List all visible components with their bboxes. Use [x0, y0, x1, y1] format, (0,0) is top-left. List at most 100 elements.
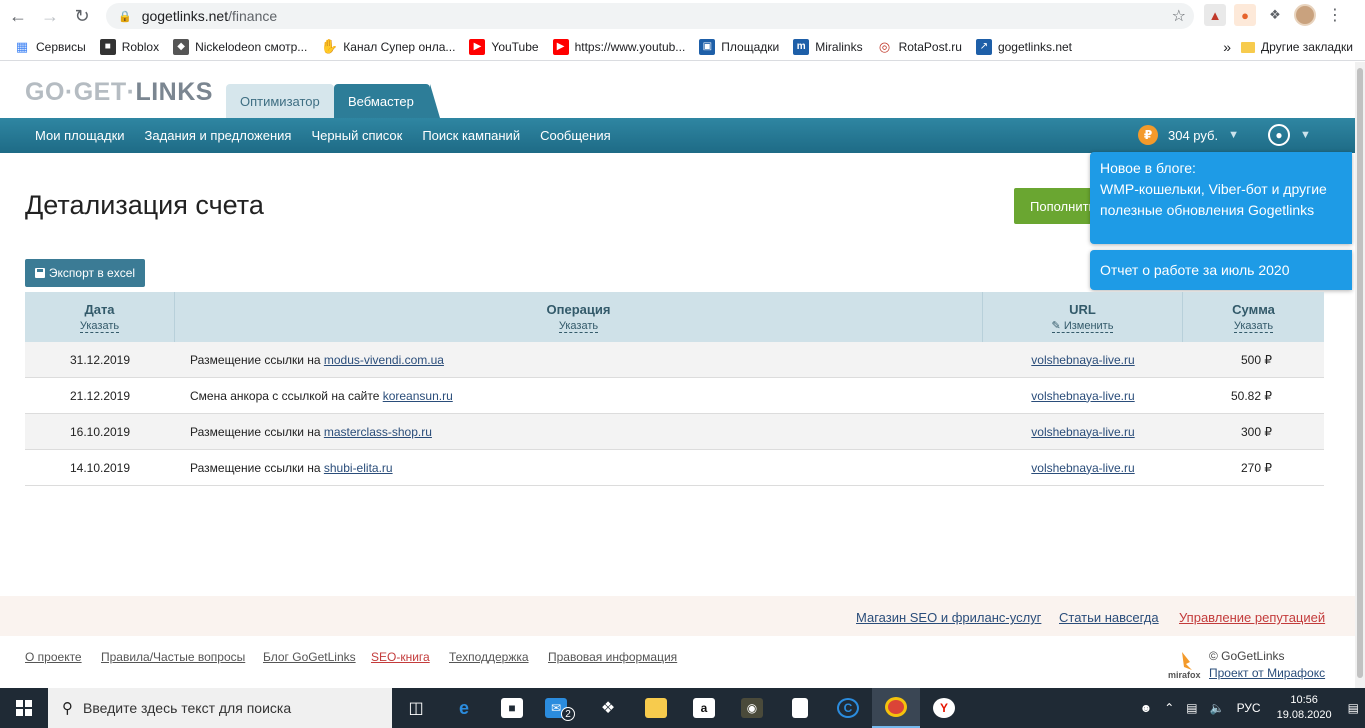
- notifications-icon[interactable]: ▤: [1348, 701, 1359, 715]
- taskbar-search[interactable]: ⚲ Введите здесь текст для поиска: [48, 688, 392, 728]
- clock[interactable]: 10:56 19.08.2020: [1277, 693, 1332, 723]
- more-bookmarks-icon[interactable]: »: [1223, 39, 1231, 55]
- volume-icon[interactable]: 🔈: [1210, 701, 1225, 715]
- scrollbar-thumb[interactable]: [1357, 68, 1363, 678]
- address-bar[interactable]: 🔒 gogetlinks.net/finance ☆: [106, 3, 1194, 29]
- export-excel-button[interactable]: Экспорт в excel: [25, 259, 145, 287]
- footer-about-link[interactable]: О проекте: [25, 650, 82, 664]
- bookmark-youtube[interactable]: ▶ YouTube: [469, 38, 539, 55]
- row-operation: Размещение ссылки на masterclass-shop.ru: [190, 424, 432, 439]
- chevron-down-icon: ▼: [1228, 129, 1239, 141]
- amazon-icon[interactable]: a: [680, 688, 728, 728]
- yandex-browser-icon[interactable]: Y: [920, 688, 968, 728]
- main-navigation: Мои площадки Задания и предложения Черны…: [0, 118, 1355, 153]
- forward-arrow-icon[interactable]: →: [36, 3, 64, 31]
- url-link[interactable]: volshebnaya-live.ru: [1031, 461, 1134, 475]
- search-icon: ⚲: [62, 700, 73, 717]
- bookmark-ploshadki[interactable]: ▣ Площадки: [699, 38, 779, 55]
- bookmark-super-channel[interactable]: ✋ Канал Супер онла...: [321, 38, 456, 55]
- miralinks-icon: m: [793, 38, 810, 55]
- tab-optimizer[interactable]: Оптимизатор: [226, 84, 334, 118]
- mirafox-project-link[interactable]: Проект от Мирафокс: [1209, 666, 1325, 680]
- mail-extension-icon[interactable]: ●: [1234, 4, 1256, 26]
- blog-news-popup[interactable]: Новое в блоге: WMP-кошельки, Viber-бот и…: [1090, 152, 1352, 244]
- back-arrow-icon[interactable]: ←: [4, 3, 32, 31]
- row-url: volshebnaya-live.ru: [983, 389, 1183, 403]
- sum-filter-link[interactable]: Указать: [1233, 320, 1274, 333]
- page-title: Детализация счета: [25, 190, 264, 220]
- reload-icon[interactable]: ↻: [68, 3, 96, 31]
- bookmark-nickelodeon[interactable]: ◆ Nickelodeon смотр...: [173, 38, 307, 55]
- operation-filter-link[interactable]: Указать: [558, 320, 599, 333]
- file-explorer-icon[interactable]: [632, 688, 680, 728]
- nav-messages[interactable]: Сообщения: [540, 128, 611, 143]
- windows-logo-icon: [16, 700, 32, 716]
- bookmark-roblox[interactable]: ■ Roblox: [99, 38, 159, 55]
- bookmark-services[interactable]: ▦ Сервисы: [14, 39, 86, 55]
- footer-blog-link[interactable]: Блог GoGetLinks: [263, 650, 356, 664]
- footer-rules-link[interactable]: Правила/Частые вопросы: [101, 650, 245, 664]
- bookmark-star-icon[interactable]: ☆: [1172, 6, 1186, 26]
- task-view-icon[interactable]: ◫: [392, 688, 440, 728]
- url-link[interactable]: volshebnaya-live.ru: [1031, 389, 1134, 403]
- gogetlinks-logo[interactable]: GO·GET·LINKS: [25, 78, 213, 107]
- browser-menu-icon[interactable]: ⋮: [1324, 4, 1346, 26]
- operation-site-link[interactable]: koreansun.ru: [383, 389, 453, 403]
- pdf-extension-icon[interactable]: ▲: [1204, 4, 1226, 26]
- table-header: Дата Указать Операция Указать URL ✎ Изме…: [25, 292, 1324, 342]
- nav-blacklist[interactable]: Черный список: [311, 128, 402, 143]
- youtube-icon: ▶: [469, 38, 486, 55]
- footer-legal-link[interactable]: Правовая информация: [548, 650, 677, 664]
- page-scrollbar[interactable]: [1355, 62, 1365, 688]
- nav-campaign-search[interactable]: Поиск кампаний: [422, 128, 520, 143]
- balance-menu[interactable]: ₽ 304 руб. ▼: [1138, 125, 1239, 145]
- network-icon[interactable]: ▤: [1186, 701, 1197, 715]
- nickelodeon-icon: ◆: [173, 38, 190, 55]
- browser-toolbar: ← → ↻ 🔒 gogetlinks.net/finance ☆ ▲ ● ❖ ⋮: [0, 0, 1365, 33]
- bookmark-youtube-url[interactable]: ▶ https://www.youtub...: [552, 38, 685, 55]
- roblox-icon: ■: [99, 38, 116, 55]
- footer-reputation-link[interactable]: Управление репутацией: [1179, 610, 1325, 625]
- mail-badge: 2: [561, 707, 575, 721]
- footer-seo-shop-link[interactable]: Магазин SEO и фриланс-услуг: [856, 610, 1041, 625]
- language-indicator[interactable]: РУС: [1237, 701, 1261, 715]
- user-menu[interactable]: ● ▼: [1268, 124, 1311, 146]
- operation-site-link[interactable]: shubi-elita.ru: [324, 461, 393, 475]
- windows-taskbar: ⚲ Введите здесь текст для поиска ◫ e ■ ✉…: [0, 688, 1365, 728]
- url-link[interactable]: volshebnaya-live.ru: [1031, 353, 1134, 367]
- profile-avatar[interactable]: [1294, 4, 1316, 26]
- document-icon[interactable]: [776, 688, 824, 728]
- tray-chevron-up-icon[interactable]: ⌃: [1164, 701, 1174, 715]
- nav-my-sites[interactable]: Мои площадки: [35, 128, 125, 143]
- tab-webmaster[interactable]: Вебмастер: [334, 84, 440, 118]
- start-button[interactable]: [0, 688, 48, 728]
- mirafox-logo[interactable]: mirafox: [1168, 650, 1206, 680]
- table-row: 21.12.2019 Смена анкора с ссылкой на сай…: [25, 378, 1324, 414]
- edge-icon[interactable]: e: [440, 688, 488, 728]
- operation-site-link[interactable]: modus-vivendi.com.ua: [324, 353, 444, 367]
- game-icon[interactable]: ◉: [728, 688, 776, 728]
- bookmark-rotapost[interactable]: ◎ RotaPost.ru: [877, 39, 962, 55]
- footer-seo-book-link[interactable]: SEO-книга: [371, 650, 430, 664]
- report-popup[interactable]: Отчет о работе за июль 2020: [1090, 250, 1352, 290]
- date-filter-link[interactable]: Указать: [79, 320, 120, 333]
- url-link[interactable]: volshebnaya-live.ru: [1031, 425, 1134, 439]
- people-icon[interactable]: ☻: [1140, 701, 1153, 715]
- footer-support-link[interactable]: Техподдержка: [449, 650, 529, 664]
- operation-site-link[interactable]: masterclass-shop.ru: [324, 425, 432, 439]
- bookmark-miralinks[interactable]: m Miralinks: [793, 38, 863, 55]
- mail-icon[interactable]: ✉ 2: [536, 688, 584, 728]
- ccleaner-icon[interactable]: C: [824, 688, 872, 728]
- dropbox-icon[interactable]: ❖: [584, 688, 632, 728]
- url-change-link[interactable]: ✎ Изменить: [1051, 320, 1114, 333]
- bookmark-gogetlinks[interactable]: ↗ gogetlinks.net: [975, 38, 1072, 55]
- nav-tasks-offers[interactable]: Задания и предложения: [145, 128, 292, 143]
- other-bookmarks-folder[interactable]: Другие закладки: [1241, 40, 1353, 54]
- url-host: gogetlinks.net: [141, 8, 229, 24]
- footer-articles-link[interactable]: Статьи навсегда: [1059, 610, 1159, 625]
- chrome-icon[interactable]: [872, 688, 920, 728]
- qr-icon: ▣: [699, 38, 716, 55]
- footer-services: Магазин SEO и фриланс-услуг Статьи навсе…: [0, 596, 1355, 636]
- extensions-puzzle-icon[interactable]: ❖: [1264, 4, 1286, 26]
- store-icon[interactable]: ■: [488, 688, 536, 728]
